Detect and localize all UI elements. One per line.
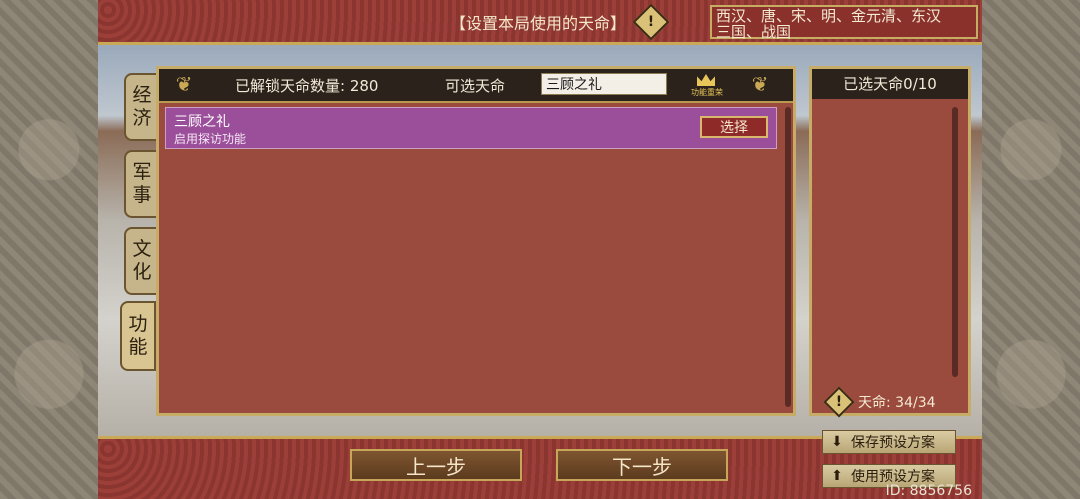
tab-label: 事 <box>132 184 152 206</box>
scrollbar[interactable] <box>785 107 791 407</box>
panel-header: ❦ 已解锁天命数量: 280 可选天命 功能重荣 ❦ <box>159 69 793 103</box>
tianming-count: 天命: 34/34 <box>858 395 936 411</box>
save-preset-label: 保存预设方案 <box>851 435 935 451</box>
player-id: ID: 8856756 <box>885 483 972 499</box>
save-preset-button[interactable]: ⬇ 保存预设方案 <box>822 430 956 454</box>
download-icon: ⬇ <box>831 434 843 450</box>
tab-label: 化 <box>132 261 152 283</box>
item-desc: 启用探访功能 <box>174 132 247 146</box>
background-scene: 经 济 军 事 文 化 功 能 ❦ 已解锁天命数量: 280 可选天命 功能重荣 <box>98 45 982 437</box>
unlocked-count: 已解锁天命数量: 280 <box>235 77 379 95</box>
available-label: 可选天命 <box>445 77 506 95</box>
upload-icon: ⬆ <box>831 468 843 484</box>
available-panel: ❦ 已解锁天命数量: 280 可选天命 功能重荣 ❦ 三顾之礼 启用探访功能 选… <box>156 66 796 416</box>
info-icon: ! <box>823 386 855 418</box>
scrollbar[interactable] <box>952 107 958 377</box>
tab-label: 军 <box>132 161 152 183</box>
dragon-ornament-icon: ❦ <box>751 72 769 96</box>
crown-icon[interactable]: 功能重荣 <box>687 72 727 98</box>
tab-label: 经 <box>132 84 152 106</box>
top-bar: 【设置本局使用的天命】 ! 西汉、唐、宋、明、金元清、东汉 三国、战国 <box>98 0 982 45</box>
prev-button[interactable]: 上一步 <box>350 449 522 481</box>
dynasty-line-1: 西汉、唐、宋、明、金元清、东汉 <box>716 7 942 25</box>
selected-panel: 已选天命0/10 ! 天命: 34/34 <box>809 66 971 418</box>
next-button[interactable]: 下一步 <box>556 449 728 481</box>
tab-function[interactable]: 功 能 <box>120 301 156 371</box>
list-item[interactable]: 三顾之礼 启用探访功能 选择 <box>165 107 777 149</box>
select-button[interactable]: 选择 <box>700 116 768 138</box>
dynasty-list: 西汉、唐、宋、明、金元清、东汉 三国、战国 <box>710 5 978 41</box>
left-decor <box>0 0 101 499</box>
page-title: 【设置本局使用的天命】 <box>450 14 627 33</box>
warning-icon[interactable]: ! <box>632 3 670 41</box>
search-input[interactable] <box>541 73 667 95</box>
tab-label: 济 <box>132 107 152 129</box>
tab-culture[interactable]: 文 化 <box>124 227 160 295</box>
right-decor <box>979 0 1080 499</box>
selected-title: 已选天命0/10 <box>812 69 968 99</box>
tab-military[interactable]: 军 事 <box>124 150 160 218</box>
tab-label: 能 <box>128 336 148 358</box>
dragon-ornament-icon: ❦ <box>175 72 193 96</box>
item-name: 三顾之礼 <box>174 114 230 130</box>
dynasty-line-2: 三国、战国 <box>716 23 792 41</box>
tab-economy[interactable]: 经 济 <box>124 73 160 141</box>
tab-label: 功 <box>128 313 148 335</box>
main-frame: 【设置本局使用的天命】 ! 西汉、唐、宋、明、金元清、东汉 三国、战国 经 济 … <box>98 0 982 499</box>
tab-label: 文 <box>132 238 152 260</box>
crown-label: 功能重荣 <box>691 88 723 97</box>
